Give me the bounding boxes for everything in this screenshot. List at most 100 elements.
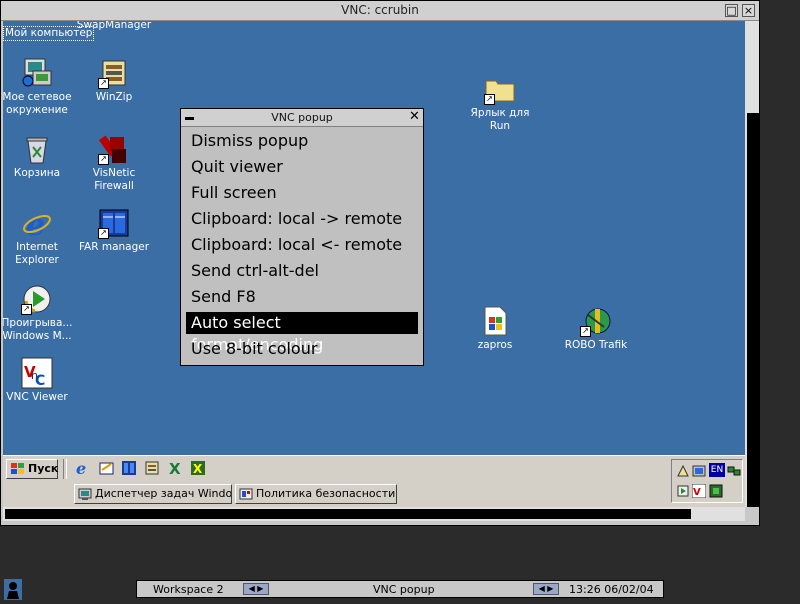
desktop-icon-my-computer[interactable]: Мой компьютер [3,21,95,41]
window-switch-arrows[interactable]: ◀ ▶ [533,583,559,595]
desktop-icon-visnetic[interactable]: ↗ VisNetic Firewall [75,133,153,193]
menu-item-clipboard-local-to-remote[interactable]: Clipboard: local -> remote [186,208,418,230]
desktop-icon-label: FAR manager [78,241,150,253]
excel-quicklaunch-icon[interactable]: X [167,460,183,478]
vnc-viewer-icon: VCn [21,357,53,389]
language-indicator[interactable]: EN [709,463,725,477]
visnetic-firewall-icon: ↗ [98,133,130,165]
shortcut-arrow-icon: ↗ [98,154,109,165]
windows-media-player-icon: ↗ [21,283,53,315]
zapros-icon [479,305,511,337]
far-manager-icon: ↗ [98,207,130,239]
desktop-icon-network[interactable]: Мое сетевое окружение [3,57,74,117]
winzip-quicklaunch-icon[interactable] [144,460,160,476]
run-shortcut-folder-icon: ↗ [484,73,516,105]
desktop-icon-label: Internet Explorer [15,241,59,266]
app-quicklaunch-icon[interactable]: X [190,460,206,476]
desktop-icon-label: ROBO Trafik [564,339,628,351]
workspace-name: Workspace 2 [153,583,224,596]
desktop-icon-swapmanager[interactable]: SwapManager [75,21,153,32]
scrollbar-corner [745,507,759,521]
recycle-bin-icon [21,133,53,165]
close-icon[interactable]: ✕ [409,109,420,124]
menu-item-send-ctrl-alt-del[interactable]: Send ctrl-alt-del [186,260,418,282]
internet-explorer-icon: e [21,207,53,243]
security-policy-icon [239,487,253,501]
desktop-icon-label: Корзина [13,167,61,179]
shortcut-arrow-icon: ↗ [484,94,495,105]
menu-item-use-8-bit-colour[interactable]: Use 8-bit colour [186,338,418,360]
task-button-label: Диспетчер задач Windows [95,487,232,500]
svg-text:e: e [26,208,45,239]
start-label: Пуск [28,462,59,475]
network-tray-icon[interactable] [727,463,741,477]
task-manager-icon [78,487,92,501]
system-tray: EN V [671,459,743,503]
windows-logo-icon [11,463,25,475]
robo-trafik-icon: ↗ [580,305,612,337]
desktop-icon-label: Проигрыва... Windows M... [3,317,73,342]
desktop-icon-media-player[interactable]: ↗ Проигрыва... Windows M... [3,283,74,343]
desktop-icon-label: Мое сетевое окружение [3,91,72,116]
vertical-scrollbar-thumb[interactable] [747,113,759,507]
task-button-label: Политика безопасности ... [256,487,397,500]
clock: 13:26 06/02/04 [569,583,654,596]
tray-icon-1[interactable] [676,463,690,477]
start-button[interactable]: Пуск [6,459,58,479]
svg-text:X: X [169,460,181,476]
desktop-menu-icon[interactable] [4,579,22,600]
desktop-icon-label: VNC Viewer [6,391,68,403]
popup-title: VNC popup [271,111,333,124]
menu-item-clipboard-remote-to-local[interactable]: Clipboard: local <- remote [186,234,418,256]
shortcut-arrow-icon: ↗ [580,326,591,337]
desktop-icon-label: zapros [477,339,513,351]
desktop-icon-label: VisNetic Firewall [92,167,136,192]
desktop-icon-recycle-bin[interactable]: Корзина [3,133,74,180]
far-quicklaunch-icon[interactable] [121,460,137,476]
maximize-button[interactable]: □ [725,4,738,17]
tray-icon-7[interactable] [709,483,723,498]
shortcut-arrow-icon: ↗ [98,78,109,89]
window-manager-bar: Workspace 2 ◀ ▶ VNC popup ◀ ▶ 13:26 06/0… [136,580,664,598]
desktop-icon-winzip[interactable]: ↗ WinZip [75,57,153,104]
vnc-popup-menu: VNC popup ✕ Dismiss popup Quit viewer Fu… [180,108,424,366]
horizontal-scrollbar-thumb[interactable] [5,509,691,519]
vnc-tray-icon[interactable]: V [691,483,707,499]
tray-icon-2[interactable] [692,463,706,477]
desktop-icon-run-shortcut[interactable]: ↗ Ярлык для Run [461,73,539,133]
shortcut-arrow-icon: ↗ [21,304,32,315]
active-window-name: VNC popup [373,583,435,596]
menu-item-full-screen[interactable]: Full screen [186,182,418,204]
close-button[interactable]: × [742,4,755,17]
menu-item-dismiss-popup[interactable]: Dismiss popup [186,130,418,152]
desktop-icon-zapros[interactable]: zapros [456,305,534,352]
desktop-icon-label: SwapManager [76,21,152,31]
vnc-titlebar[interactable]: VNC: ccrubin □ × [1,1,759,21]
task-button-security-policy[interactable]: Политика безопасности ... [235,484,397,504]
popup-titlebar[interactable]: VNC popup ✕ [181,109,423,127]
desktop-icon-label: WinZip [95,91,133,103]
desktop-icon-robo-trafik[interactable]: ↗ ROBO Trafik [557,305,635,352]
winzip-icon: ↗ [98,57,130,89]
menu-item-auto-select-encoding[interactable]: Auto select format/encoding [186,312,418,354]
desktop-icon-ie[interactable]: e Internet Explorer [3,207,74,267]
desktop-icon-label: Ярлык для Run [470,107,530,132]
taskbar-separator [63,459,67,479]
network-places-icon [21,57,53,89]
menu-item-quit-viewer[interactable]: Quit viewer [186,156,418,178]
desktop-icon-far[interactable]: ↗ FAR manager [75,207,153,254]
vnc-window-title: VNC: ccrubin [341,3,419,17]
menu-item-send-f8[interactable]: Send F8 [186,286,418,308]
outlook-quicklaunch-icon[interactable] [99,460,115,476]
svg-text:V: V [693,487,701,498]
windows-taskbar: Пуск e X X Диспетчер задач Windows Полит… [3,455,745,508]
shortcut-arrow-icon: ↗ [98,228,109,239]
svg-text:X: X [193,462,203,476]
svg-text:n: n [31,369,38,382]
task-button-task-manager[interactable]: Диспетчер задач Windows [74,484,232,504]
svg-text:e: e [76,460,86,476]
ie-quicklaunch-icon[interactable]: e [75,459,91,478]
desktop-icon-vnc-viewer[interactable]: VCn VNC Viewer [3,357,74,404]
tray-icon-5[interactable] [676,483,690,497]
workspace-switch-arrows[interactable]: ◀ ▶ [243,583,269,595]
